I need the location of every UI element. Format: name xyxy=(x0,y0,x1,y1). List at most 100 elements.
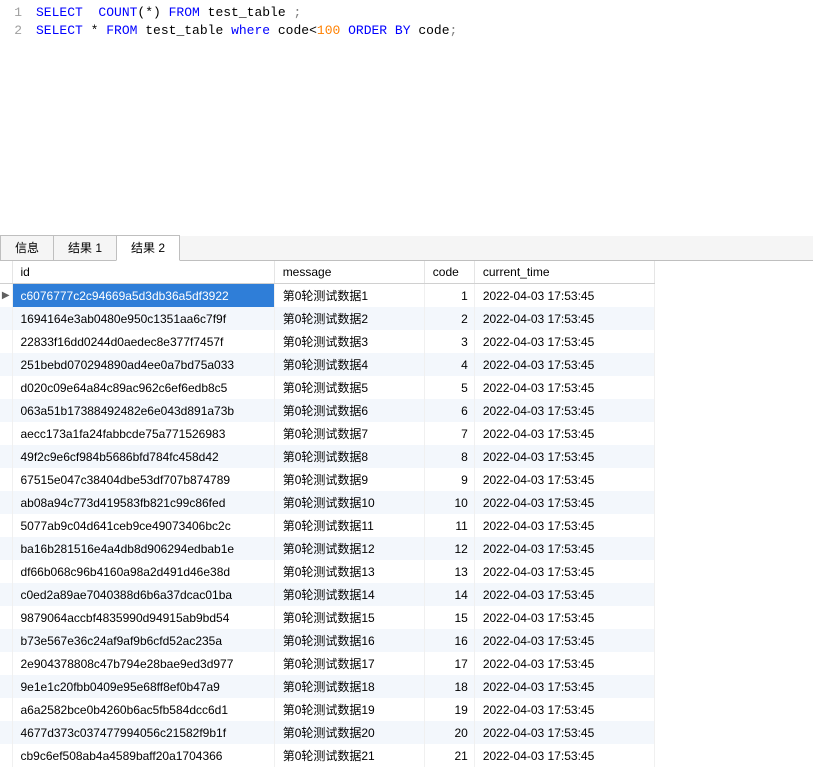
cell-message[interactable]: 第0轮测试数据19 xyxy=(274,698,424,721)
table-row[interactable]: 9879064accbf4835990d94915ab9bd54第0轮测试数据1… xyxy=(0,606,655,629)
cell-code[interactable]: 9 xyxy=(424,468,474,491)
cell-code[interactable]: 18 xyxy=(424,675,474,698)
cell-code[interactable]: 12 xyxy=(424,537,474,560)
cell-id[interactable]: c6076777c2c94669a5d3db36a5df3922 xyxy=(12,284,274,308)
cell-code[interactable]: 16 xyxy=(424,629,474,652)
cell-message[interactable]: 第0轮测试数据20 xyxy=(274,721,424,744)
cell-message[interactable]: 第0轮测试数据17 xyxy=(274,652,424,675)
cell-id[interactable]: c0ed2a89ae7040388d6b6a37dcac01ba xyxy=(12,583,274,606)
tab-1[interactable]: 结果 1 xyxy=(53,235,117,260)
cell-current_time[interactable]: 2022-04-03 17:53:45 xyxy=(474,330,654,353)
cell-message[interactable]: 第0轮测试数据16 xyxy=(274,629,424,652)
cell-code[interactable]: 11 xyxy=(424,514,474,537)
sql-editor[interactable]: 1SELECT COUNT(*) FROM test_table ;2SELEC… xyxy=(0,0,813,42)
cell-code[interactable]: 7 xyxy=(424,422,474,445)
table-row[interactable]: 9e1e1c20fbb0409e95e68ff8ef0b47a9第0轮测试数据1… xyxy=(0,675,655,698)
tab-2[interactable]: 结果 2 xyxy=(116,235,180,261)
table-row[interactable]: ba16b281516e4a4db8d906294edbab1e第0轮测试数据1… xyxy=(0,537,655,560)
table-row[interactable]: ▶c6076777c2c94669a5d3db36a5df3922第0轮测试数据… xyxy=(0,284,655,308)
cell-code[interactable]: 2 xyxy=(424,307,474,330)
cell-id[interactable]: aecc173a1fa24fabbcde75a771526983 xyxy=(12,422,274,445)
editor-line[interactable]: 1SELECT COUNT(*) FROM test_table ; xyxy=(0,4,813,22)
cell-message[interactable]: 第0轮测试数据1 xyxy=(274,284,424,308)
cell-code[interactable]: 17 xyxy=(424,652,474,675)
cell-id[interactable]: 49f2c9e6cf984b5686bfd784fc458d42 xyxy=(12,445,274,468)
cell-current_time[interactable]: 2022-04-03 17:53:45 xyxy=(474,652,654,675)
cell-current_time[interactable]: 2022-04-03 17:53:45 xyxy=(474,537,654,560)
cell-code[interactable]: 8 xyxy=(424,445,474,468)
cell-current_time[interactable]: 2022-04-03 17:53:45 xyxy=(474,468,654,491)
cell-id[interactable]: 5077ab9c04d641ceb9ce49073406bc2c xyxy=(12,514,274,537)
cell-current_time[interactable]: 2022-04-03 17:53:45 xyxy=(474,376,654,399)
cell-code[interactable]: 3 xyxy=(424,330,474,353)
cell-id[interactable]: 9879064accbf4835990d94915ab9bd54 xyxy=(12,606,274,629)
cell-id[interactable]: a6a2582bce0b4260b6ac5fb584dcc6d1 xyxy=(12,698,274,721)
cell-code[interactable]: 20 xyxy=(424,721,474,744)
editor-blank-area[interactable] xyxy=(0,42,813,236)
table-row[interactable]: 1694164e3ab0480e950c1351aa6c7f9f第0轮测试数据2… xyxy=(0,307,655,330)
cell-current_time[interactable]: 2022-04-03 17:53:45 xyxy=(474,698,654,721)
cell-message[interactable]: 第0轮测试数据6 xyxy=(274,399,424,422)
column-header-id[interactable]: id xyxy=(12,261,274,284)
cell-id[interactable]: d020c09e64a84c89ac962c6ef6edb8c5 xyxy=(12,376,274,399)
results-table[interactable]: idmessagecodecurrent_time ▶c6076777c2c94… xyxy=(0,261,655,767)
cell-message[interactable]: 第0轮测试数据7 xyxy=(274,422,424,445)
cell-message[interactable]: 第0轮测试数据10 xyxy=(274,491,424,514)
cell-message[interactable]: 第0轮测试数据15 xyxy=(274,606,424,629)
cell-code[interactable]: 1 xyxy=(424,284,474,308)
table-row[interactable]: 251bebd070294890ad4ee0a7bd75a033第0轮测试数据4… xyxy=(0,353,655,376)
table-row[interactable]: 22833f16dd0244d0aedec8e377f7457f第0轮测试数据3… xyxy=(0,330,655,353)
cell-message[interactable]: 第0轮测试数据4 xyxy=(274,353,424,376)
code-text[interactable]: SELECT * FROM test_table where code<100 … xyxy=(36,22,457,40)
cell-current_time[interactable]: 2022-04-03 17:53:45 xyxy=(474,744,654,767)
cell-id[interactable]: 9e1e1c20fbb0409e95e68ff8ef0b47a9 xyxy=(12,675,274,698)
tab-0[interactable]: 信息 xyxy=(0,235,54,260)
cell-code[interactable]: 5 xyxy=(424,376,474,399)
cell-current_time[interactable]: 2022-04-03 17:53:45 xyxy=(474,422,654,445)
table-row[interactable]: a6a2582bce0b4260b6ac5fb584dcc6d1第0轮测试数据1… xyxy=(0,698,655,721)
cell-current_time[interactable]: 2022-04-03 17:53:45 xyxy=(474,675,654,698)
cell-id[interactable]: ba16b281516e4a4db8d906294edbab1e xyxy=(12,537,274,560)
cell-current_time[interactable]: 2022-04-03 17:53:45 xyxy=(474,491,654,514)
cell-code[interactable]: 14 xyxy=(424,583,474,606)
cell-code[interactable]: 15 xyxy=(424,606,474,629)
cell-message[interactable]: 第0轮测试数据12 xyxy=(274,537,424,560)
cell-message[interactable]: 第0轮测试数据18 xyxy=(274,675,424,698)
cell-id[interactable]: b73e567e36c24af9af9b6cfd52ac235a xyxy=(12,629,274,652)
cell-id[interactable]: ab08a94c773d419583fb821c99c86fed xyxy=(12,491,274,514)
cell-code[interactable]: 19 xyxy=(424,698,474,721)
cell-id[interactable]: 1694164e3ab0480e950c1351aa6c7f9f xyxy=(12,307,274,330)
cell-current_time[interactable]: 2022-04-03 17:53:45 xyxy=(474,629,654,652)
table-row[interactable]: df66b068c96b4160a98a2d491d46e38d第0轮测试数据1… xyxy=(0,560,655,583)
cell-id[interactable]: 063a51b17388492482e6e043d891a73b xyxy=(12,399,274,422)
cell-id[interactable]: df66b068c96b4160a98a2d491d46e38d xyxy=(12,560,274,583)
cell-message[interactable]: 第0轮测试数据8 xyxy=(274,445,424,468)
cell-message[interactable]: 第0轮测试数据13 xyxy=(274,560,424,583)
cell-current_time[interactable]: 2022-04-03 17:53:45 xyxy=(474,583,654,606)
column-header-current_time[interactable]: current_time xyxy=(474,261,654,284)
cell-current_time[interactable]: 2022-04-03 17:53:45 xyxy=(474,399,654,422)
table-row[interactable]: d020c09e64a84c89ac962c6ef6edb8c5第0轮测试数据5… xyxy=(0,376,655,399)
table-row[interactable]: cb9c6ef508ab4a4589baff20a1704366第0轮测试数据2… xyxy=(0,744,655,767)
cell-id[interactable]: 251bebd070294890ad4ee0a7bd75a033 xyxy=(12,353,274,376)
table-row[interactable]: 49f2c9e6cf984b5686bfd784fc458d42第0轮测试数据8… xyxy=(0,445,655,468)
cell-id[interactable]: 4677d373c037477994056c21582f9b1f xyxy=(12,721,274,744)
cell-code[interactable]: 13 xyxy=(424,560,474,583)
cell-id[interactable]: 22833f16dd0244d0aedec8e377f7457f xyxy=(12,330,274,353)
cell-message[interactable]: 第0轮测试数据9 xyxy=(274,468,424,491)
cell-message[interactable]: 第0轮测试数据11 xyxy=(274,514,424,537)
editor-line[interactable]: 2SELECT * FROM test_table where code<100… xyxy=(0,22,813,40)
cell-code[interactable]: 10 xyxy=(424,491,474,514)
cell-id[interactable]: 67515e047c38404dbe53df707b874789 xyxy=(12,468,274,491)
table-row[interactable]: 5077ab9c04d641ceb9ce49073406bc2c第0轮测试数据1… xyxy=(0,514,655,537)
cell-current_time[interactable]: 2022-04-03 17:53:45 xyxy=(474,721,654,744)
cell-code[interactable]: 4 xyxy=(424,353,474,376)
table-row[interactable]: 4677d373c037477994056c21582f9b1f第0轮测试数据2… xyxy=(0,721,655,744)
cell-current_time[interactable]: 2022-04-03 17:53:45 xyxy=(474,606,654,629)
cell-message[interactable]: 第0轮测试数据3 xyxy=(274,330,424,353)
cell-message[interactable]: 第0轮测试数据5 xyxy=(274,376,424,399)
cell-id[interactable]: 2e904378808c47b794e28bae9ed3d977 xyxy=(12,652,274,675)
cell-current_time[interactable]: 2022-04-03 17:53:45 xyxy=(474,307,654,330)
cell-current_time[interactable]: 2022-04-03 17:53:45 xyxy=(474,514,654,537)
code-text[interactable]: SELECT COUNT(*) FROM test_table ; xyxy=(36,4,301,22)
